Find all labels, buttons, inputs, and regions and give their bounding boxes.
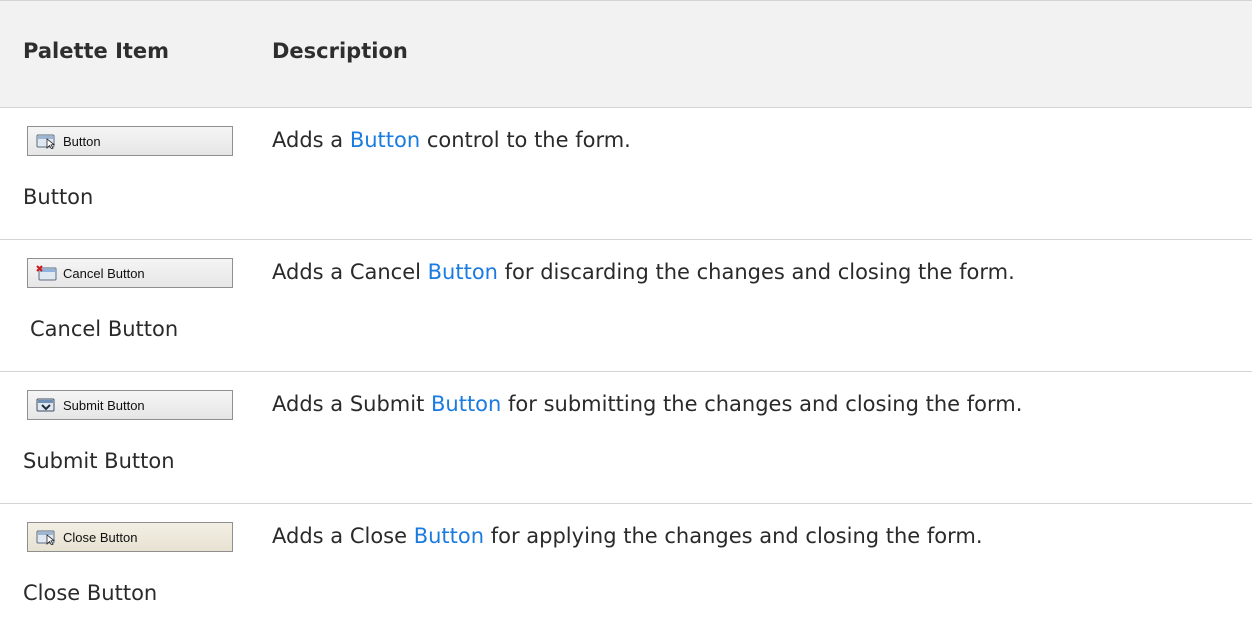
button-palette-item: Button bbox=[27, 126, 233, 156]
column-header-description: Description bbox=[272, 39, 408, 63]
palette-button-label: Cancel Button bbox=[63, 265, 145, 281]
close-button-palette-item: Close Button bbox=[27, 522, 233, 552]
description-text: for discarding the changes and closing t… bbox=[497, 260, 1015, 284]
button-window-icon bbox=[36, 134, 56, 149]
palette-item-name: Submit Button bbox=[23, 449, 175, 473]
submit-button-palette-item: Submit Button bbox=[27, 390, 233, 420]
palette-button-label: Close Button bbox=[63, 529, 138, 545]
row-description: Adds a Button control to the form. bbox=[272, 126, 631, 154]
palette-item-name: Button bbox=[23, 185, 94, 209]
submit-window-icon bbox=[36, 398, 55, 412]
palette-button-label: Submit Button bbox=[63, 397, 145, 413]
button-link[interactable]: Button bbox=[431, 392, 501, 416]
description-text: Adds a Cancel bbox=[272, 260, 428, 284]
cancel-button-palette-item: Cancel Button bbox=[27, 258, 233, 288]
description-text: Adds a bbox=[272, 128, 350, 152]
table-row: Button Button Adds a Button control to t… bbox=[0, 108, 1252, 240]
close-window-icon bbox=[36, 530, 56, 545]
description-text: for applying the changes and closing the… bbox=[484, 524, 983, 548]
table-header: Palette Item Description bbox=[0, 0, 1252, 108]
palette-table: Palette Item Description Button Button A… bbox=[0, 0, 1252, 636]
palette-button-label: Button bbox=[63, 133, 101, 149]
table-row: Cancel Button Cancel Button Adds a Cance… bbox=[0, 240, 1252, 372]
description-text: control to the form. bbox=[420, 128, 631, 152]
table-row: Submit Button Submit Button Adds a Submi… bbox=[0, 372, 1252, 504]
table-row: Close Button Close Button Adds a Close B… bbox=[0, 504, 1252, 636]
description-text: Adds a Submit bbox=[272, 392, 431, 416]
cancel-window-icon bbox=[36, 265, 57, 281]
row-description: Adds a Submit Button for submitting the … bbox=[272, 390, 1022, 418]
row-description: Adds a Close Button for applying the cha… bbox=[272, 522, 983, 550]
description-text: Adds a Close bbox=[272, 524, 414, 548]
description-text: for submitting the changes and closing t… bbox=[501, 392, 1023, 416]
palette-item-name: Close Button bbox=[23, 581, 158, 605]
row-description: Adds a Cancel Button for discarding the … bbox=[272, 258, 1015, 286]
button-link[interactable]: Button bbox=[414, 524, 484, 548]
palette-item-name: Cancel Button bbox=[30, 317, 179, 341]
button-link[interactable]: Button bbox=[428, 260, 498, 284]
column-header-palette-item: Palette Item bbox=[23, 39, 170, 63]
button-link[interactable]: Button bbox=[350, 128, 420, 152]
